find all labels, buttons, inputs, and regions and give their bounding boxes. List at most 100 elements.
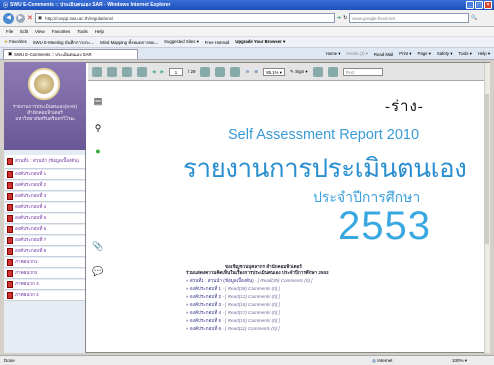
previous-page-icon[interactable]: ◀ <box>152 69 155 75</box>
list-item[interactable]: » องค์ประกอบที่ 6 - [ Read(11) Comments … <box>186 326 279 333</box>
favorites-bar: ★ Favorites SWU E-Meeting บันทึกการประ..… <box>0 37 494 48</box>
sidebar-item-appendix2[interactable]: ภาคผนวก2 <box>5 269 85 279</box>
bookmark-icon <box>7 171 13 178</box>
list-item[interactable]: » องค์ประกอบที่ 2 - [ Read(12) Comments … <box>186 294 280 301</box>
refresh-icon[interactable]: ↻ <box>343 15 347 21</box>
logo-emblem <box>34 74 54 94</box>
stop-icon[interactable]: ✕ <box>27 14 33 22</box>
tools-menu-button[interactable]: Tools ▾ <box>458 51 471 57</box>
draft-watermark: -ร่าง- <box>385 99 424 115</box>
signatures-panel-icon[interactable]: ● <box>92 145 104 157</box>
next-page-icon[interactable]: ▶ <box>160 69 163 75</box>
back-button[interactable]: ◀ <box>3 12 14 24</box>
hand-tool-icon[interactable] <box>215 66 226 77</box>
globe-icon: ◍ <box>372 357 376 363</box>
zoom-tool-icon[interactable] <box>230 66 241 77</box>
bookmark-icon <box>7 281 13 288</box>
tab-swu-ecomments[interactable]: ▣ SWU E-Comments :: ประเมินตนเอง SAR <box>3 48 138 59</box>
read-mail-button[interactable]: Read Mail <box>374 52 393 57</box>
list-item[interactable]: » องค์ประกอบที่ 1 - [ Read(38) Comments … <box>186 286 280 293</box>
select-tool-icon[interactable] <box>200 66 211 77</box>
minimize-button[interactable]: _ <box>466 1 474 9</box>
search-icon[interactable]: 🔍 <box>471 15 477 21</box>
menu-tools[interactable]: Tools <box>77 29 88 34</box>
command-bar: Home ▾ Feeds (J) ▾ Read Mail Print ▾ Pag… <box>326 49 490 59</box>
find-input[interactable]: Find <box>342 67 383 76</box>
bookmark-icon <box>7 270 13 277</box>
go-button[interactable]: ➜ <box>337 15 341 21</box>
favorite-link[interactable]: Mind Mapping ทั้งหมดการพบ... <box>100 39 158 46</box>
comments-panel-icon[interactable]: 💬 <box>92 265 104 277</box>
sidebar-item-component4[interactable]: องค์ประกอบที่ 4 <box>5 203 85 213</box>
list-item[interactable]: » องค์ประกอบที่ 5 - [ Read(15) Comments … <box>186 318 280 325</box>
export-icon[interactable] <box>137 66 147 77</box>
fit-page-icon[interactable] <box>312 66 323 77</box>
home-button[interactable]: Home ▾ <box>326 51 341 57</box>
list-item[interactable]: » ส่วนที่1 : ส่วนนำ (ข้อมูลเบื้องต้น) - … <box>186 278 312 285</box>
scrollbar-thumb[interactable] <box>485 94 489 244</box>
print-button[interactable]: Print ▾ <box>399 51 411 57</box>
zoom-in-icon[interactable]: ⊕ <box>254 69 258 75</box>
page-icon: ▣ <box>8 51 13 56</box>
sidebar-item-appendix3[interactable]: ภาคผนวก 3 <box>5 280 85 290</box>
forward-button[interactable]: ▶ <box>16 13 25 23</box>
sidebar-item-component5[interactable]: องค์ประกอบที่ 5 <box>5 214 85 224</box>
favorite-link[interactable]: SWU E-Meeting บันทึกการประ... <box>33 39 94 46</box>
list-item[interactable]: » องค์ประกอบที่ 3 - [ Read(16) Comments … <box>186 302 280 309</box>
sidebar-item-component3[interactable]: องค์ประกอบที่ 3 <box>5 192 85 202</box>
window-titlebar: ⓔ SWU E-Comments :: ประเมินตนเอง SAR - W… <box>0 0 494 10</box>
help-menu-button[interactable]: Help ▾ <box>478 51 490 57</box>
print-icon[interactable] <box>107 66 117 77</box>
ie-icon: ⓔ <box>3 2 9 9</box>
sidebar-item-appendix4[interactable]: ภาคผนวก 4 <box>5 291 85 301</box>
sign-button[interactable]: ✎ Sign ▾ <box>290 69 308 75</box>
bookmarks-panel-icon[interactable]: ⚲ <box>92 122 104 134</box>
favorites-button[interactable]: ★ Favorites <box>4 39 27 45</box>
bookmark-icon <box>7 292 13 299</box>
fit-width-icon[interactable] <box>327 66 338 77</box>
zoom-level[interactable]: 100% ▾ <box>452 358 467 364</box>
page-icon: ▣ <box>37 15 43 20</box>
sidebar-title: รายงานการประเมินตนเอง(SAR) สำนักคอมพิวเต… <box>12 104 78 121</box>
menu-view[interactable]: View <box>35 29 45 34</box>
pages-panel-icon[interactable]: ▤ <box>92 95 104 107</box>
sidebar-item-component8[interactable]: องค์ประกอบที่ 8 <box>5 247 85 257</box>
zoom-select[interactable]: 85.1% ▾ <box>263 67 286 76</box>
sidebar-item-component7[interactable]: องค์ประกอบที่ 7 <box>5 236 85 246</box>
list-item[interactable]: » องค์ประกอบที่ 4 - [ Read(17) Comments … <box>186 310 280 317</box>
bookmark-icon <box>7 237 13 244</box>
menu-favorites[interactable]: Favorites <box>52 29 71 34</box>
sidebar-item-part1[interactable]: ส่วนที่1 : ส่วนนำ (ข้อมูลเบื้องต้น) <box>5 155 85 169</box>
bookmark-icon <box>7 158 13 165</box>
menu-edit[interactable]: Edit <box>20 29 28 34</box>
menu-file[interactable]: File <box>6 29 13 34</box>
maximize-button[interactable]: □ <box>475 1 483 9</box>
bookmark-icon <box>7 226 13 233</box>
save-icon[interactable] <box>92 66 102 77</box>
status-text: Done <box>4 358 15 363</box>
sidebar-item-component2[interactable]: องค์ประกอบที่ 2 <box>5 181 85 191</box>
close-button[interactable]: × <box>484 1 492 9</box>
sidebar-item-component6[interactable]: องค์ประกอบที่ 6 <box>5 225 85 235</box>
email-icon[interactable] <box>122 66 132 77</box>
feeds-button[interactable]: Feeds (J) ▾ <box>346 51 368 57</box>
favorite-link[interactable]: Suggested Sites ▾ <box>164 39 199 45</box>
address-input[interactable]: ▣ http://cospp.swu.ac.th/regulations/ <box>34 13 335 23</box>
page-total: / 29 <box>187 69 196 74</box>
bookmark-icon <box>7 182 13 189</box>
sidebar-item-component1[interactable]: องค์ประกอบที่ 1 <box>5 170 85 180</box>
menu-help[interactable]: Help <box>95 29 104 34</box>
favorite-link[interactable]: Upgrade Your Browser ▾ <box>235 39 285 45</box>
bookmark-icon <box>7 215 13 222</box>
favorite-link[interactable]: Free Hotmail <box>205 40 230 45</box>
search-input[interactable]: www.google-fixed.net <box>349 13 470 23</box>
page-number-input[interactable]: 1 <box>168 67 183 76</box>
safety-menu-button[interactable]: Safety ▾ <box>437 51 453 57</box>
attachment-icon[interactable]: 📎 <box>92 240 104 252</box>
sidebar-item-appendix1[interactable]: ภาคผนวก1 <box>5 258 85 268</box>
zoom-out-icon[interactable]: ⊖ <box>245 69 249 75</box>
report-title-th: รายงานการประเมินตนเอง <box>183 153 467 183</box>
bookmark-icon <box>7 204 13 211</box>
bookmark-icon <box>7 259 13 266</box>
page-menu-button[interactable]: Page ▾ <box>417 51 430 57</box>
